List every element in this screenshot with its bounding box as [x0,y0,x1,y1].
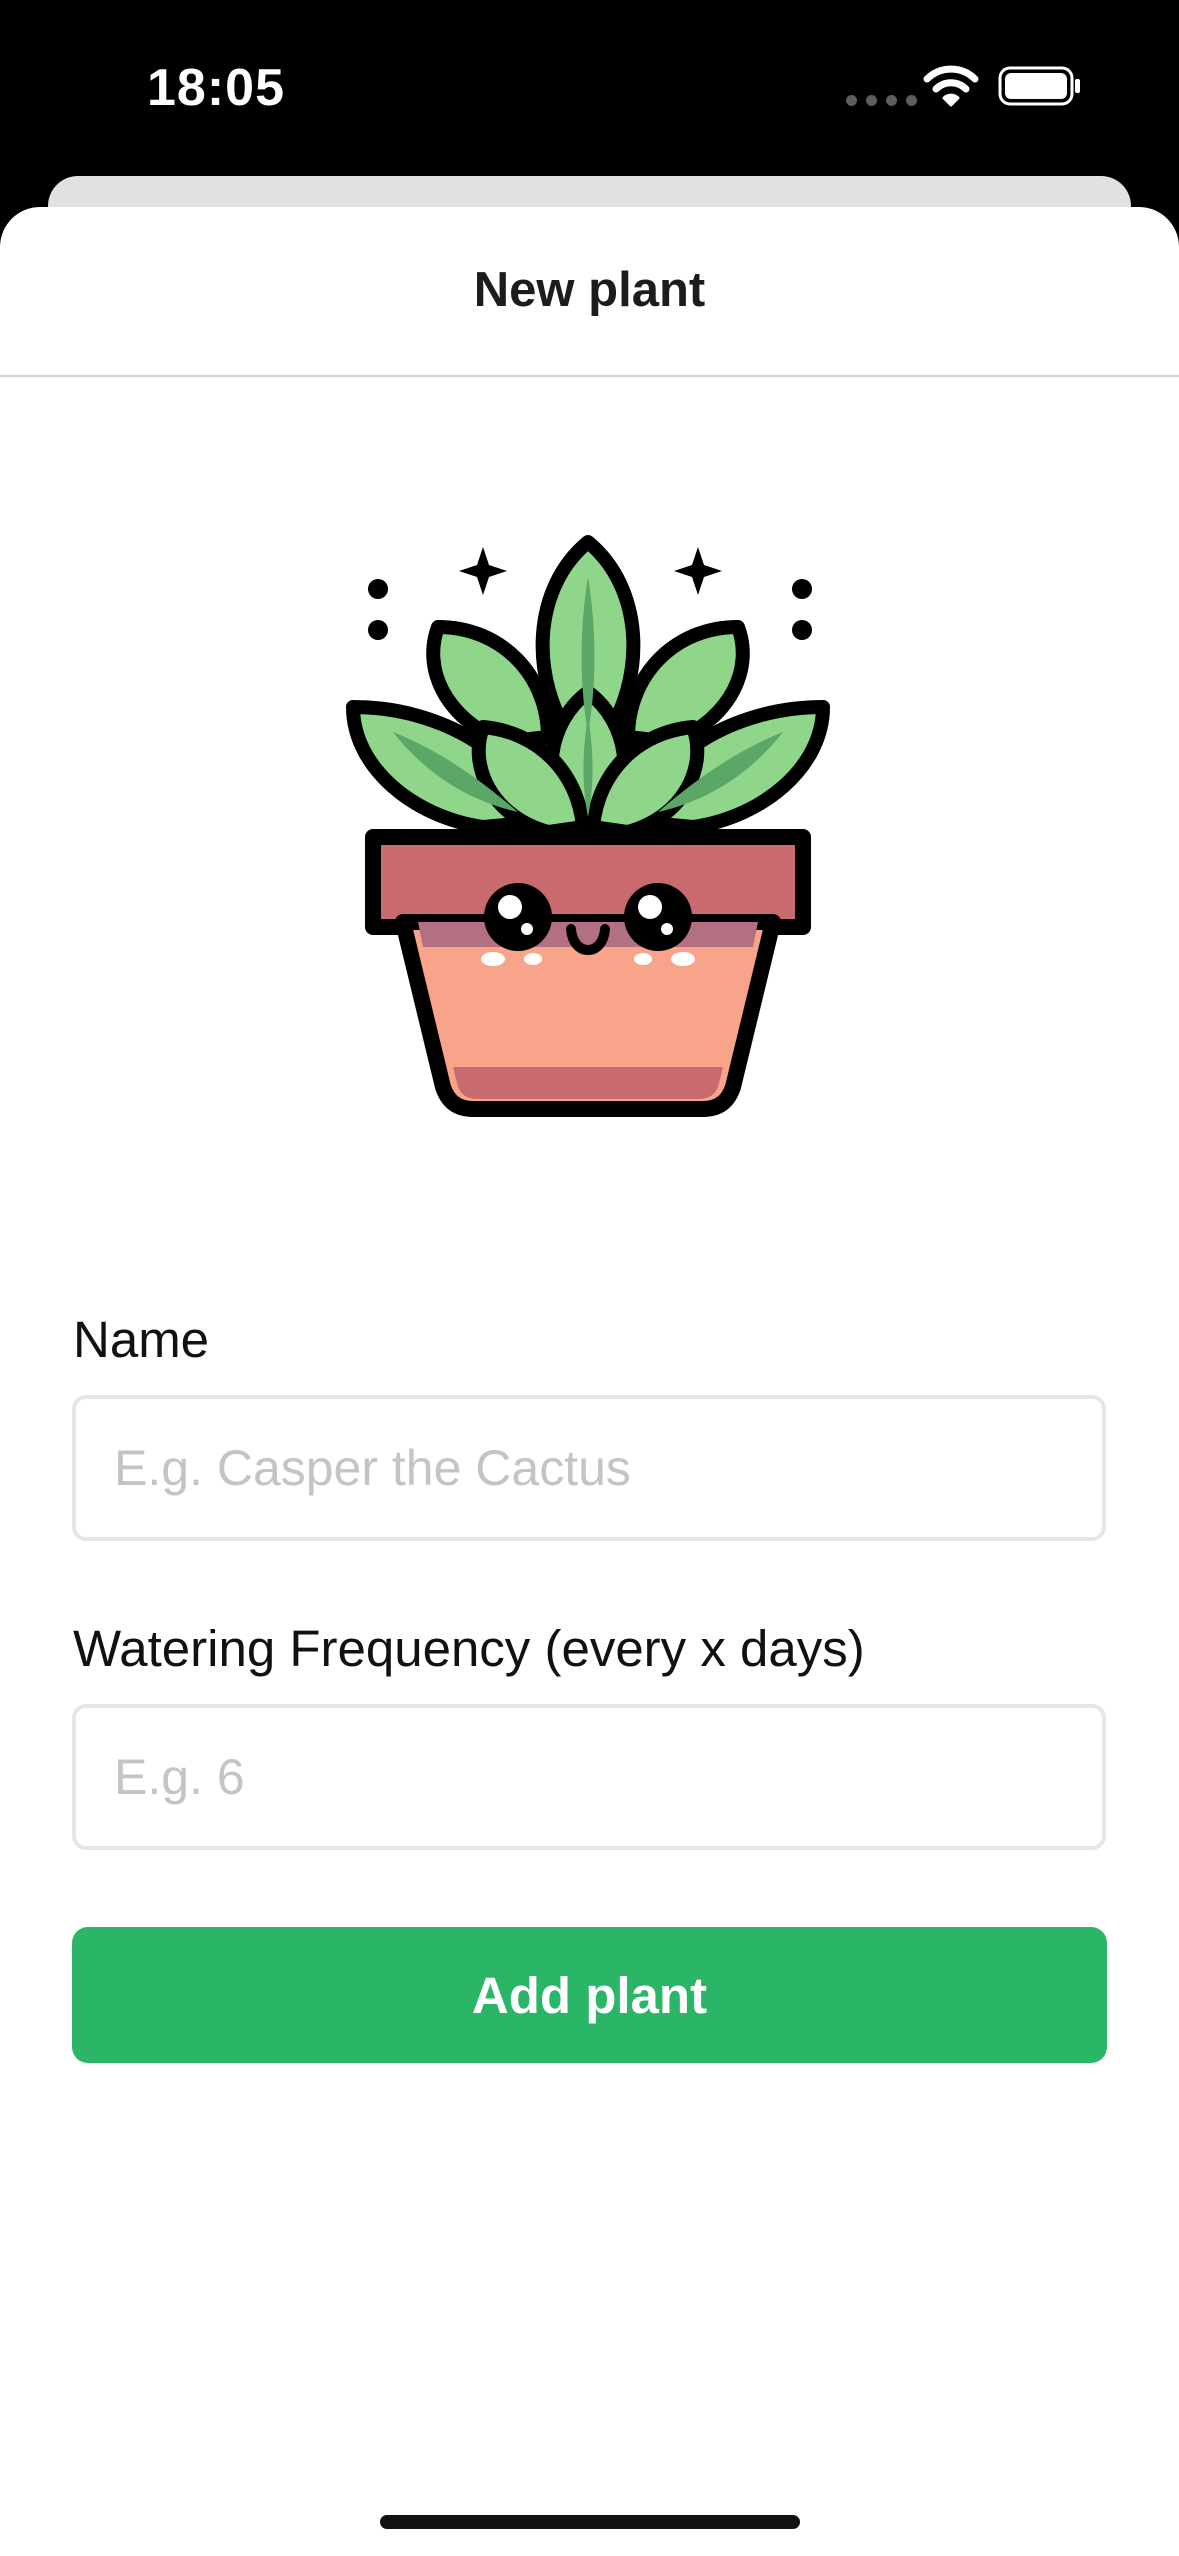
potted-plant-icon [346,535,830,1117]
plant-name-input[interactable] [72,1395,1106,1541]
cellular-signal-icon [846,95,917,106]
home-indicator[interactable] [380,2515,800,2529]
page-title: New plant [473,263,706,317]
name-label: Name [73,1311,210,1368]
watering-frequency-input[interactable] [72,1704,1106,1850]
battery-icon [998,66,1080,106]
status-time: 18:05 [147,59,285,117]
status-bar: 18:05 [0,0,1179,175]
add-plant-button[interactable]: Add plant [72,1927,1107,2063]
new-plant-sheet: New plant Name E.g. Casper the Cactus Wa… [0,207,1179,2556]
wifi-icon [923,65,979,107]
watering-frequency-label: Watering Frequency (every x days) [73,1620,865,1677]
sheet-header: New plant [0,207,1179,377]
